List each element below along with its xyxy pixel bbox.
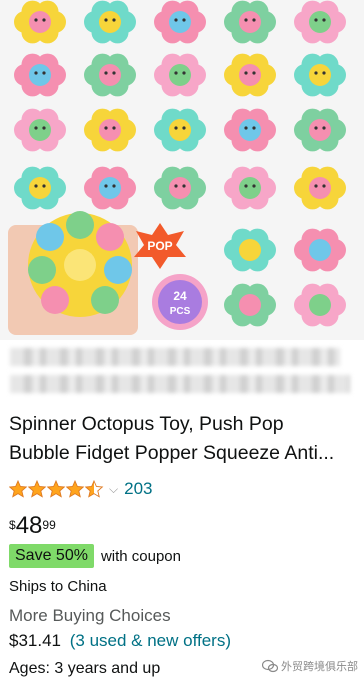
star-icon bbox=[66, 480, 85, 498]
star-icon bbox=[28, 480, 47, 498]
offer-row: $31.41 (3 used & new offers) bbox=[9, 631, 231, 651]
product-title-line-2: Bubble Fidget Popper Squeeze Anti... bbox=[9, 442, 335, 464]
price-fraction: 99 bbox=[42, 518, 56, 532]
chevron-down-icon[interactable]: ⌵ bbox=[109, 482, 118, 497]
promo-overlay: POP 24 PCS bbox=[8, 211, 208, 335]
price-currency-symbol: $ bbox=[9, 518, 16, 532]
pop-badge: POP bbox=[134, 223, 186, 269]
star-rating[interactable] bbox=[9, 480, 104, 498]
review-count-link[interactable]: 203 bbox=[124, 479, 152, 499]
shipping-info: Ships to China bbox=[9, 578, 107, 595]
price: $ 48 99 bbox=[9, 512, 56, 542]
product-title-line-1: Spinner Octopus Toy, Push Pop bbox=[9, 413, 284, 435]
blurred-title bbox=[10, 348, 354, 402]
more-buying-choices-label: More Buying Choices bbox=[9, 606, 171, 625]
count-badge: 24 PCS bbox=[152, 274, 208, 330]
star-icon bbox=[9, 480, 28, 498]
coupon-badge: Save 50% bbox=[9, 544, 94, 568]
coupon-text: with coupon bbox=[100, 547, 181, 565]
count-badge-unit: PCS bbox=[170, 306, 191, 317]
pop-badge-text: POP bbox=[147, 239, 172, 253]
product-title[interactable]: Spinner Octopus Toy, Push Pop Bubble Fid… bbox=[9, 410, 355, 468]
coupon-row: Save 50% with coupon bbox=[9, 544, 181, 568]
wechat-icon bbox=[262, 659, 278, 673]
blurred-text-line bbox=[10, 348, 340, 366]
rating-row[interactable]: ⌵ 203 bbox=[9, 478, 152, 500]
large-octopus-toy bbox=[28, 211, 132, 317]
watermark-text: 外贸跨境俱乐部 bbox=[281, 661, 358, 673]
count-badge-number: 24 bbox=[173, 289, 187, 303]
offer-price: $31.41 bbox=[9, 631, 61, 650]
blurred-text-line bbox=[10, 375, 350, 393]
age-range: Ages: 3 years and up bbox=[9, 660, 161, 677]
price-whole: 48 bbox=[15, 512, 43, 539]
watermark: 外贸跨境俱乐部 bbox=[262, 658, 358, 674]
star-icon bbox=[47, 480, 66, 498]
star-icon bbox=[85, 480, 104, 498]
product-image[interactable]: POP 24 PCS bbox=[0, 0, 364, 340]
offers-link[interactable]: (3 used & new offers) bbox=[70, 631, 231, 650]
